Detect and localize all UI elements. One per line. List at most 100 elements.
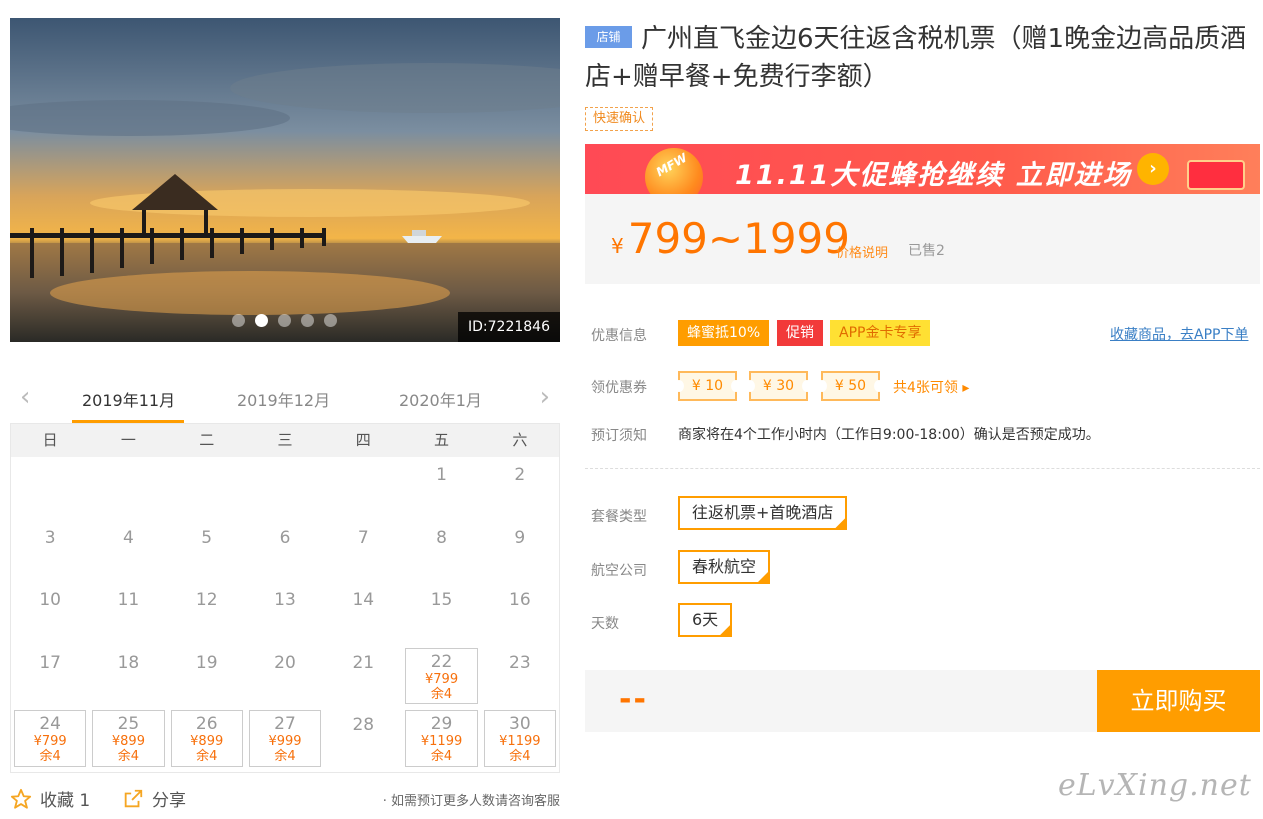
calendar-day: 18 xyxy=(89,645,167,708)
product-gallery[interactable]: ID:7221846 xyxy=(10,18,560,342)
promo-banner[interactable]: MFW 11.11大促蜂抢继续 立即进场 › xyxy=(585,144,1260,194)
day-number: 18 xyxy=(117,652,140,673)
calendar-day[interactable]: 22 ¥799 余4 xyxy=(405,647,478,705)
day-number: 26 xyxy=(195,714,218,735)
weekday-wed: 三 xyxy=(277,431,293,449)
gallery-dots xyxy=(232,314,337,327)
calendar-day[interactable]: 27 ¥999 余4 xyxy=(248,710,322,767)
gallery-dot-2[interactable] xyxy=(255,314,268,327)
share-button[interactable]: 分享 xyxy=(122,786,186,811)
gallery-dot-5[interactable] xyxy=(324,314,337,327)
day-stock: 余4 xyxy=(274,749,296,765)
day-stock: 余4 xyxy=(509,749,531,765)
weekday-fri: 五 xyxy=(434,431,450,449)
arrow-right-icon: › xyxy=(1137,153,1169,185)
day-number: 5 xyxy=(201,527,213,548)
calendar-day[interactable]: 30 ¥1199 余4 xyxy=(483,710,556,767)
calendar-day: 4 xyxy=(89,520,167,583)
weekday-mon: 一 xyxy=(120,431,136,449)
day-number: 21 xyxy=(352,652,375,673)
weekday-thu: 四 xyxy=(355,431,371,449)
shop-tag: 店铺 xyxy=(585,26,632,48)
day-number: 2 xyxy=(514,465,526,485)
calendar-day: 23 xyxy=(481,645,559,708)
gallery-dot-3[interactable] xyxy=(278,314,291,327)
calendar-day[interactable]: 24 ¥799 余4 xyxy=(14,710,87,767)
package-option[interactable]: 往返机票+首晚酒店 xyxy=(678,496,848,530)
day-stock: 余4 xyxy=(39,749,61,765)
chevron-right-icon[interactable]: › xyxy=(540,384,550,410)
calendar-day: 8 xyxy=(402,520,480,583)
day-stock: 余4 xyxy=(430,686,453,702)
days-option[interactable]: 6天 xyxy=(678,603,733,637)
calendar-day[interactable]: 26 ¥899 余4 xyxy=(170,710,243,767)
weekday-tue: 二 xyxy=(199,431,215,449)
coupon-30[interactable]: ¥ 30 xyxy=(745,371,812,401)
calendar-day: 17 xyxy=(11,645,89,708)
gallery-dot-1[interactable] xyxy=(232,314,245,327)
favorite-app-link[interactable]: 收藏商品，去APP下单 xyxy=(1110,324,1248,344)
calendar-day[interactable]: 25 ¥899 余4 xyxy=(92,710,165,767)
price-calendar: 日 一 二 三 四 五 六 1 2 3 4 5 6 7 8 9 10 11 12 13 14 15 16 17 1… xyxy=(10,423,560,773)
day-number: 23 xyxy=(509,652,531,673)
weekday-sat: 六 xyxy=(512,431,528,449)
day-price: ¥899 xyxy=(190,734,224,750)
day-number: 24 xyxy=(39,714,61,735)
day-number: 13 xyxy=(274,590,296,611)
price-value: 799~1999 xyxy=(627,214,850,263)
day-price: ¥899 xyxy=(111,734,145,750)
day-number: 12 xyxy=(195,590,218,611)
day-stock: 余4 xyxy=(196,749,218,765)
share-icon xyxy=(124,789,143,807)
calendar-empty-cell xyxy=(168,457,246,520)
calendar-empty-cell xyxy=(246,457,324,520)
currency-symbol: ¥ xyxy=(611,234,624,258)
favorite-button[interactable]: 收藏 1 xyxy=(10,786,90,811)
calendar-day: 3 xyxy=(11,520,89,583)
consult-note: · 如需预订更多人数请咨询客服 xyxy=(382,794,560,809)
calendar-day: 12 xyxy=(168,582,246,645)
day-stock: 余4 xyxy=(117,749,140,765)
section-divider xyxy=(585,468,1260,469)
calendar-day[interactable]: 29 ¥1199 余4 xyxy=(405,710,478,767)
day-number: 25 xyxy=(117,714,140,735)
favorite-label: 收藏 1 xyxy=(40,791,91,811)
more-coupons-link[interactable]: 共4张可领 ▸ xyxy=(893,377,969,397)
day-number: 17 xyxy=(39,652,61,673)
coupon-50[interactable]: ¥ 50 xyxy=(817,371,884,401)
image-id-label: ID:7221846 xyxy=(458,312,560,342)
day-number: 10 xyxy=(39,590,61,611)
month-tab-jan-2020[interactable]: 2020年1月 xyxy=(399,387,482,411)
calendar-day: 2 xyxy=(481,457,559,520)
calendar-day: 21 xyxy=(324,645,402,708)
calendar-day: 28 xyxy=(324,707,402,770)
calendar-day-grid: 1 2 3 4 5 6 7 8 9 10 11 12 13 14 15 16 17 18 19 20 21 22 ¥799 余… xyxy=(11,457,559,770)
calendar-day: 14 xyxy=(324,582,402,645)
calendar-day: 13 xyxy=(246,582,324,645)
day-number: 11 xyxy=(117,590,140,611)
star-icon xyxy=(10,788,32,809)
day-number: 3 xyxy=(44,527,56,548)
calendar-day: 15 xyxy=(402,582,480,645)
gallery-dot-4[interactable] xyxy=(301,314,314,327)
airline-option[interactable]: 春秋航空 xyxy=(678,550,771,584)
coupon-10[interactable]: ¥ 10 xyxy=(674,371,741,401)
calendar-day: 10 xyxy=(11,582,89,645)
day-number: 27 xyxy=(274,714,296,735)
calendar-day: 5 xyxy=(168,520,246,583)
booking-notice: 商家将在4个工作小时内（工作日9:00-18:00）确认是否预定成功。 xyxy=(678,427,1100,443)
day-number: 7 xyxy=(357,527,369,548)
price-note-link[interactable]: 价格说明 xyxy=(836,242,888,261)
month-tab-dec-2019[interactable]: 2019年12月 xyxy=(237,387,330,411)
day-price: ¥1199 xyxy=(499,734,541,750)
buy-now-button[interactable]: 立即购买 xyxy=(1097,670,1260,732)
day-number: 6 xyxy=(279,527,291,548)
calendar-day: 19 xyxy=(168,645,246,708)
day-price: ¥799 xyxy=(33,734,67,750)
day-price: ¥799 xyxy=(425,671,459,687)
promo-label: 优惠信息 xyxy=(591,328,647,344)
product-actions: 收藏 1 分享 · 如需预订更多人数请咨询客服 xyxy=(10,786,560,812)
month-tab-nov-2019[interactable]: 2019年11月 xyxy=(82,387,175,411)
chevron-left-icon[interactable]: ‹ xyxy=(20,384,30,410)
calendar-day: 1 xyxy=(402,457,480,520)
